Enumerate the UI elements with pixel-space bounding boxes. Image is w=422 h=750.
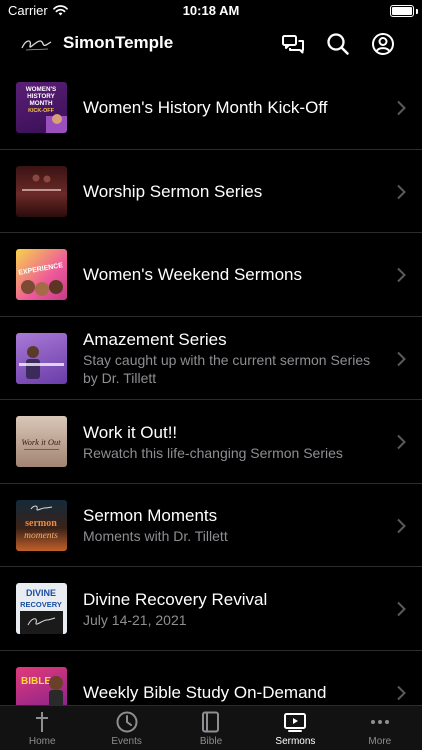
list-item[interactable]: DIVINE RECOVERY Divine Recovery Revival … [0, 567, 422, 651]
thumbnail-amazement [16, 332, 67, 384]
book-icon [202, 711, 220, 733]
thumb-line: BIBLE [21, 676, 51, 687]
list-item[interactable]: BIBLE Weekly Bible Study On-Demand [0, 651, 422, 706]
row-title: Women's History Month Kick-Off [83, 98, 328, 118]
thumbnail-divine-recovery: DIVINE RECOVERY [16, 583, 67, 634]
row-title: Worship Sermon Series [83, 181, 263, 201]
row-subtitle: Rewatch this life-changing Sermon Series [83, 444, 343, 461]
chevron-right-icon [397, 434, 406, 450]
row-title: Amazement Series [83, 330, 227, 350]
chevron-right-icon [397, 518, 406, 533]
row-text: Worship Sermon Series [83, 150, 382, 234]
tab-label: Bible [199, 736, 223, 747]
tab-label: Events [111, 736, 142, 747]
chevron-right-icon [397, 351, 406, 366]
thumbnail-work-it-out: Work it Out [16, 416, 67, 467]
chevron-right-icon [397, 267, 406, 283]
thumb-line: KICK-OFF [28, 108, 54, 114]
row-text: Women's History Month Kick-Off [83, 66, 382, 150]
thumbnail-womens-weekend: EXPERIENCE [16, 249, 67, 300]
status-bar: Carrier 10:18 AM [0, 0, 422, 22]
list-item[interactable]: EXPERIENCE Women's Weekend Sermons [0, 233, 422, 317]
row-title: Sermon Moments [83, 506, 218, 526]
thumb-line: EXPERIENCE [18, 262, 64, 277]
thumb-line: HISTORY [27, 93, 55, 100]
clock-icon [116, 711, 138, 733]
tab-bar: Home Events Bible Sermons More [0, 705, 422, 750]
play-screen-icon [284, 713, 307, 732]
battery-tip [416, 9, 418, 14]
nav-bar: SimonTemple [0, 22, 422, 66]
list-item[interactable]: Worship Sermon Series [0, 150, 422, 234]
tab-events[interactable]: Events [84, 706, 168, 750]
ellipsis-icon [370, 720, 389, 724]
row-title: Divine Recovery Revival [83, 589, 268, 609]
app-title: SimonTemple [63, 33, 174, 52]
chevron-right-icon [397, 184, 406, 199]
tab-label: Home [28, 736, 56, 747]
thumb-line: sermon [25, 518, 57, 529]
thumb-line: Work it Out [21, 437, 61, 447]
thumbnail-sermon-moments: sermon moments [16, 499, 67, 551]
list-item[interactable]: Amazement Series Stay caught up with the… [0, 317, 422, 401]
church-logo [21, 40, 52, 51]
thumb-line: WOMEN'S [26, 86, 57, 93]
tab-home[interactable]: Home [0, 706, 84, 750]
thumbnail-worship [16, 165, 67, 217]
thumb-line: MONTH [29, 100, 53, 107]
tab-label: More [368, 736, 392, 747]
list-item[interactable]: WOMEN'S HISTORY MONTH KICK-OFF Women's H… [0, 66, 422, 150]
search-icon[interactable] [325, 31, 351, 57]
thumbnail-womens-history: WOMEN'S HISTORY MONTH KICK-OFF [16, 82, 67, 133]
row-text: Women's Weekend Sermons [83, 233, 382, 317]
row-text: Amazement Series Stay caught up with the… [83, 317, 382, 401]
row-title: Work it Out!! [83, 422, 178, 442]
chevron-right-icon [397, 601, 406, 617]
tab-bible[interactable]: Bible [169, 706, 253, 750]
tab-label: Sermons [275, 736, 316, 747]
chevron-right-icon [397, 685, 406, 700]
account-icon[interactable] [370, 31, 396, 57]
row-title: Women's Weekend Sermons [83, 265, 302, 285]
thumb-line: moments [24, 531, 58, 541]
status-time: 10:18 AM [182, 3, 240, 18]
row-text: Sermon Moments Moments with Dr. Tillett [83, 484, 382, 568]
battery-icon [390, 5, 414, 17]
tab-sermons[interactable]: Sermons [253, 706, 337, 750]
row-text: Work it Out!! Rewatch this life-changing… [83, 400, 382, 484]
list-item[interactable]: sermon moments Sermon Moments Moments wi… [0, 484, 422, 568]
thumbnail-bible-study: BIBLE [16, 666, 67, 705]
cross-icon [36, 712, 49, 732]
row-text: Divine Recovery Revival July 14-21, 2021 [83, 567, 382, 651]
row-subtitle: Moments with Dr. Tillett [83, 528, 228, 545]
thumb-line: DIVINE [26, 588, 56, 598]
list-item[interactable]: Work it Out Work it Out!! Rewatch this l… [0, 400, 422, 484]
row-title: Weekly Bible Study On-Demand [83, 682, 327, 702]
chat-icon[interactable] [280, 31, 306, 57]
row-subtitle: Stay caught up with the current sermon S… [83, 352, 371, 387]
sermon-list: WOMEN'S HISTORY MONTH KICK-OFF Women's H… [0, 66, 422, 705]
chevron-right-icon [397, 100, 406, 116]
thumb-line: RECOVERY [20, 600, 62, 609]
tab-more[interactable]: More [338, 706, 422, 750]
row-text: Weekly Bible Study On-Demand [83, 651, 382, 706]
row-subtitle: July 14-21, 2021 [83, 611, 187, 628]
